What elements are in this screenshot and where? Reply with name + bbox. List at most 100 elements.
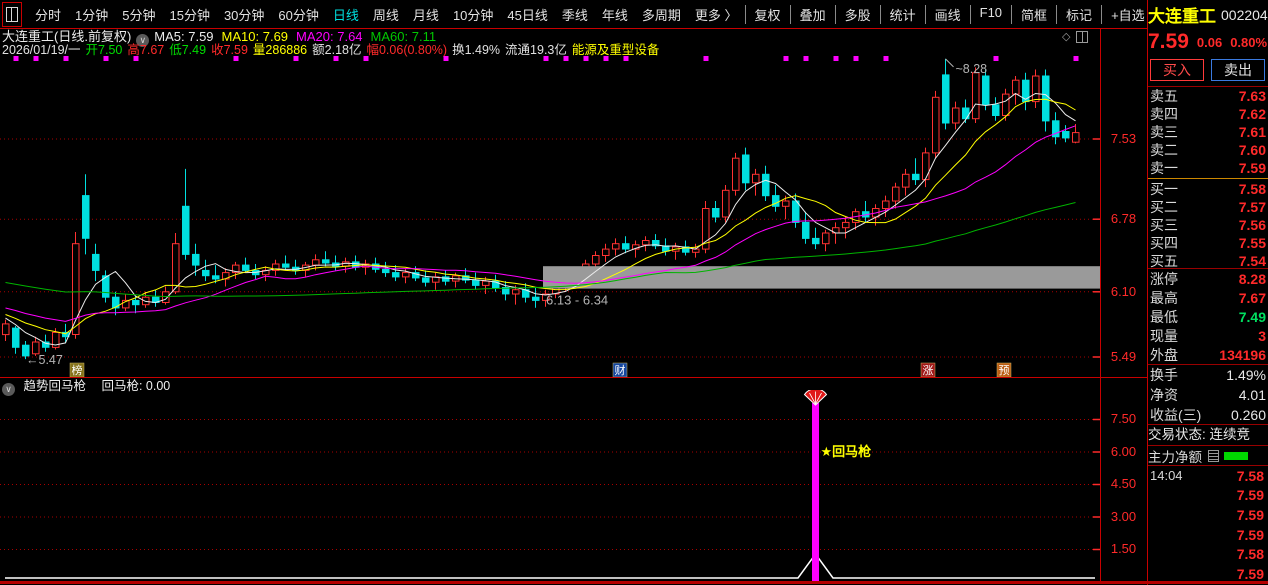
stat-value: 3 bbox=[1258, 328, 1266, 344]
bid-level-row[interactable]: 买一7.58 bbox=[1148, 180, 1268, 198]
toolbar-button[interactable]: 标记 bbox=[1056, 5, 1101, 24]
stat-value: 134196 bbox=[1219, 347, 1266, 363]
event-badge[interactable]: 预 bbox=[997, 363, 1011, 377]
buy-button[interactable]: 买入 bbox=[1150, 59, 1204, 81]
split-pane-icon[interactable] bbox=[1076, 31, 1088, 43]
ask-level-row[interactable]: 卖二7.60 bbox=[1148, 141, 1268, 159]
chart-title: 大连重工(日线.前复权) bbox=[2, 29, 131, 44]
signal-dot bbox=[444, 56, 449, 61]
ask-level-row[interactable]: 卖三7.61 bbox=[1148, 123, 1268, 141]
toolbar-button[interactable]: 多股 bbox=[835, 5, 880, 24]
ask-level-row[interactable]: 卖一7.59 bbox=[1148, 159, 1268, 177]
period-tab[interactable]: 更多 〉 bbox=[688, 5, 745, 24]
bid-price: 7.54 bbox=[1239, 253, 1266, 269]
window-split-icon bbox=[6, 7, 18, 22]
period-tab[interactable]: 5分钟 bbox=[115, 5, 162, 24]
signal-dot bbox=[1074, 56, 1079, 61]
ask-level-row[interactable]: 卖五7.63 bbox=[1148, 87, 1268, 105]
stat-row: 现量3 bbox=[1148, 327, 1268, 346]
tick-row: 7.59 bbox=[1148, 505, 1268, 525]
period-tab[interactable]: 1分钟 bbox=[68, 5, 115, 24]
main-force-label: 主力净额 bbox=[1148, 446, 1202, 466]
toolbar-button[interactable]: F10 bbox=[970, 5, 1011, 24]
order-book: 卖五7.63卖四7.62卖三7.61卖二7.60卖一7.59 买一7.58买二7.… bbox=[1148, 86, 1268, 270]
period-tab[interactable]: 45日线 bbox=[500, 5, 554, 24]
bid-level-row[interactable]: 买二7.57 bbox=[1148, 198, 1268, 216]
window-layout-button[interactable] bbox=[2, 2, 22, 27]
period-tab[interactable]: 日线 bbox=[326, 5, 366, 24]
signal-dot bbox=[804, 56, 809, 61]
indicator-axis-label: 3.00 bbox=[1101, 510, 1146, 524]
ma-legend-item: MA5: 7.59 bbox=[154, 29, 213, 44]
quote-stats-2: 换手1.49%净资4.01收益(三)0.260 bbox=[1148, 364, 1268, 425]
signal-dot bbox=[34, 56, 39, 61]
ask-label: 卖一 bbox=[1150, 158, 1178, 178]
tick-row: 14:047.58 bbox=[1148, 466, 1268, 486]
bid-label: 买四 bbox=[1150, 233, 1178, 253]
sell-button[interactable]: 卖出 bbox=[1211, 59, 1265, 81]
period-tab[interactable]: 30分钟 bbox=[217, 5, 271, 24]
panel-split-line[interactable] bbox=[0, 377, 1147, 378]
stat-value: 0.260 bbox=[1231, 407, 1266, 423]
main-force-row: 主力净额 bbox=[1148, 445, 1268, 465]
stat-row: 最高7.67 bbox=[1148, 288, 1268, 307]
ask-price: 7.62 bbox=[1239, 106, 1266, 122]
period-tab[interactable]: 多周期 bbox=[635, 5, 688, 24]
period-tabs: 分时1分钟5分钟15分钟30分钟60分钟日线周线月线10分钟45日线季线年线多周… bbox=[28, 5, 745, 24]
list-icon[interactable] bbox=[1208, 450, 1219, 462]
stat-value: 4.01 bbox=[1239, 387, 1266, 403]
toolbar-button[interactable]: 叠加 bbox=[790, 5, 835, 24]
ask-level-row[interactable]: 卖四7.62 bbox=[1148, 105, 1268, 123]
toolbar-button[interactable]: 统计 bbox=[880, 5, 925, 24]
event-badge[interactable]: 涨 bbox=[921, 363, 935, 377]
svg-text:预: 预 bbox=[999, 364, 1010, 377]
stat-label: 最高 bbox=[1150, 288, 1178, 308]
period-tab[interactable]: 分时 bbox=[28, 5, 68, 24]
stat-value: 8.28 bbox=[1239, 271, 1266, 287]
signal-dot bbox=[64, 56, 69, 61]
period-tab[interactable]: 季线 bbox=[555, 5, 595, 24]
bottom-frame-line bbox=[0, 581, 1268, 584]
signal-dot bbox=[564, 56, 569, 61]
period-tab[interactable]: 月线 bbox=[406, 5, 446, 24]
tick-time: 14:04 bbox=[1150, 468, 1183, 483]
price-axis-label: 5.49 bbox=[1101, 350, 1146, 364]
signal-dot bbox=[854, 56, 859, 61]
indicator-axis-label: 7.50 bbox=[1101, 412, 1146, 426]
main-candlestick-chart[interactable]: 6.13 - 6.34~8.28←5.47榜财涨预 bbox=[0, 47, 1100, 377]
indicator-axis-label: 6.00 bbox=[1101, 445, 1146, 459]
toolbar-button[interactable]: 画线 bbox=[925, 5, 970, 24]
toolbar: 复权叠加多股统计画线F10简框标记+自选返回 bbox=[745, 5, 1147, 24]
price-change-pct: 0.80% bbox=[1230, 35, 1267, 50]
stat-row: 最低7.49 bbox=[1148, 307, 1268, 326]
high-price-annotation: ~8.28 bbox=[956, 62, 988, 76]
stat-label: 涨停 bbox=[1150, 269, 1178, 289]
tick-price: 7.58 bbox=[1237, 546, 1264, 562]
diamond-icon[interactable]: ◇ bbox=[1062, 30, 1070, 43]
toolbar-button[interactable]: 简框 bbox=[1011, 5, 1056, 24]
stat-label: 最低 bbox=[1150, 307, 1178, 327]
indicator-chart[interactable]: ★回马枪 bbox=[0, 390, 1100, 584]
event-badge[interactable]: 财 bbox=[613, 363, 627, 377]
period-tab[interactable]: 年线 bbox=[595, 5, 635, 24]
signal-spike-bar bbox=[812, 403, 819, 582]
period-tab[interactable]: 周线 bbox=[366, 5, 406, 24]
chart-info-row: 大连重工(日线.前复权)∨MA5: 7.59MA10: 7.69MA20: 7.… bbox=[2, 30, 444, 44]
bid-level-row[interactable]: 买三7.56 bbox=[1148, 216, 1268, 234]
toolbar-button[interactable]: 复权 bbox=[745, 5, 790, 24]
toolbar-button[interactable]: +自选 bbox=[1101, 5, 1147, 24]
ma-legend-item: MA60: 7.11 bbox=[371, 29, 437, 44]
signal-dot bbox=[14, 56, 19, 61]
indicator-axis-label: 1.50 bbox=[1101, 542, 1146, 556]
signal-dot bbox=[544, 56, 549, 61]
bid-price: 7.56 bbox=[1239, 217, 1266, 233]
period-tab[interactable]: 60分钟 bbox=[271, 5, 325, 24]
bid-level-row[interactable]: 买四7.55 bbox=[1148, 234, 1268, 252]
bid-price: 7.58 bbox=[1239, 181, 1266, 197]
chart-right-border bbox=[1100, 29, 1101, 582]
candlestick-series bbox=[3, 59, 1080, 359]
period-tab[interactable]: 10分钟 bbox=[446, 5, 500, 24]
signal-dot bbox=[604, 56, 609, 61]
event-badge[interactable]: 榜 bbox=[70, 363, 84, 377]
period-tab[interactable]: 15分钟 bbox=[162, 5, 216, 24]
